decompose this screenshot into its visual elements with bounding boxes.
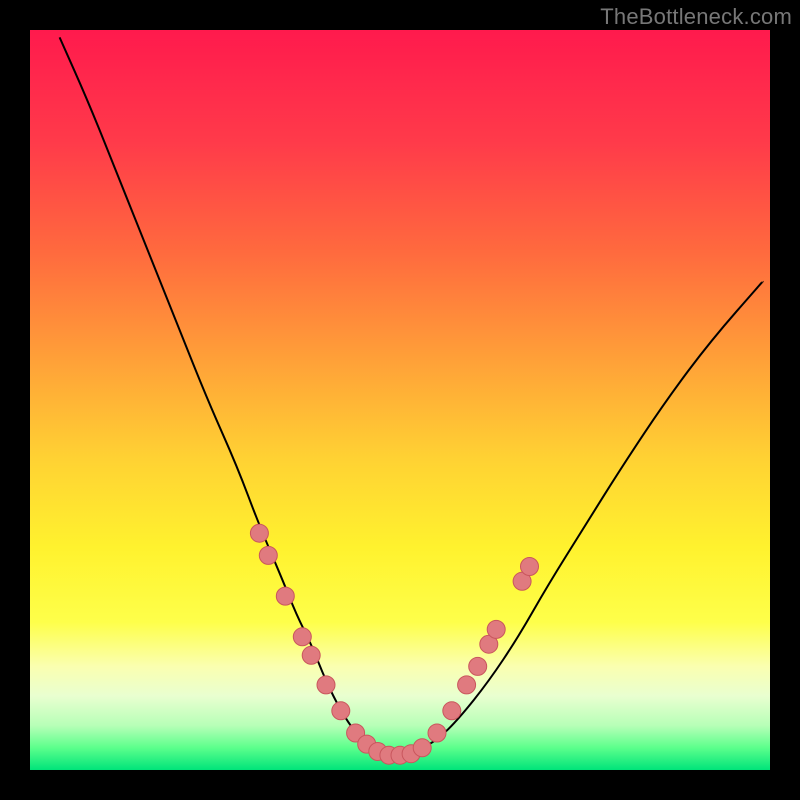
marker-point <box>317 676 335 694</box>
marker-point <box>521 558 539 576</box>
chart-frame: TheBottleneck.com <box>0 0 800 800</box>
marker-point <box>413 739 431 757</box>
marker-point <box>276 587 294 605</box>
marker-point <box>332 702 350 720</box>
marker-point <box>302 646 320 664</box>
marker-point <box>443 702 461 720</box>
marker-point <box>259 546 277 564</box>
plot-area <box>30 30 770 770</box>
marker-point <box>469 657 487 675</box>
marker-point <box>458 676 476 694</box>
marker-point <box>293 628 311 646</box>
background-gradient <box>30 30 770 770</box>
watermark-text: TheBottleneck.com <box>600 4 792 30</box>
marker-point <box>250 524 268 542</box>
marker-point <box>428 724 446 742</box>
marker-point <box>487 620 505 638</box>
